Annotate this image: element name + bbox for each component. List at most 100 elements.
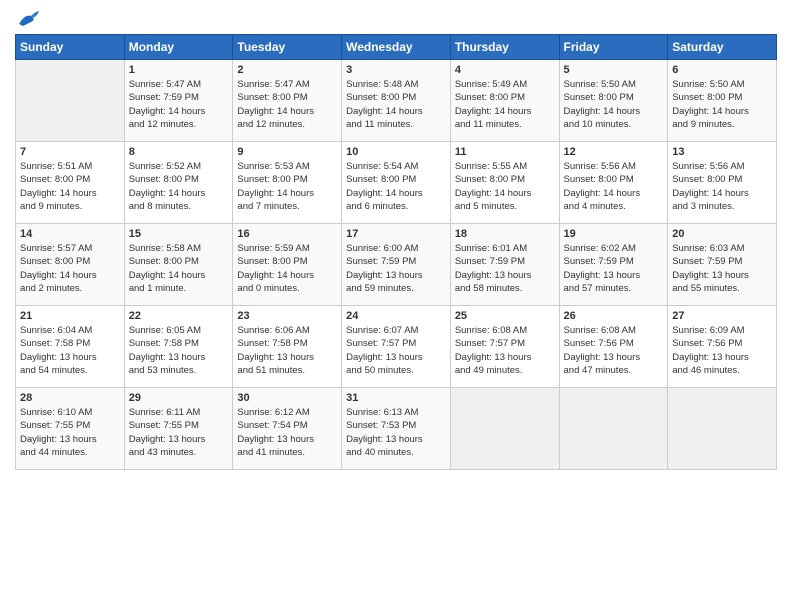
day-info: Sunrise: 6:03 AM Sunset: 7:59 PM Dayligh… xyxy=(672,242,772,295)
day-info: Sunrise: 6:10 AM Sunset: 7:55 PM Dayligh… xyxy=(20,406,120,459)
logo-bird-icon xyxy=(17,10,39,28)
calendar-cell xyxy=(559,388,668,470)
day-info: Sunrise: 6:02 AM Sunset: 7:59 PM Dayligh… xyxy=(564,242,664,295)
calendar-cell: 12 Sunrise: 5:56 AM Sunset: 8:00 PM Dayli… xyxy=(559,142,668,224)
day-number: 14 xyxy=(20,228,120,240)
day-info: Sunrise: 6:04 AM Sunset: 7:58 PM Dayligh… xyxy=(20,324,120,377)
header-monday: Monday xyxy=(124,35,233,60)
header-thursday: Thursday xyxy=(450,35,559,60)
day-number: 13 xyxy=(672,146,772,158)
day-number: 23 xyxy=(237,310,337,322)
day-info: Sunrise: 5:47 AM Sunset: 7:59 PM Dayligh… xyxy=(129,78,229,131)
day-info: Sunrise: 5:49 AM Sunset: 8:00 PM Dayligh… xyxy=(455,78,555,131)
day-info: Sunrise: 5:52 AM Sunset: 8:00 PM Dayligh… xyxy=(129,160,229,213)
calendar-cell: 26 Sunrise: 6:08 AM Sunset: 7:56 PM Dayli… xyxy=(559,306,668,388)
day-info: Sunrise: 5:51 AM Sunset: 8:00 PM Dayligh… xyxy=(20,160,120,213)
day-number: 21 xyxy=(20,310,120,322)
day-info: Sunrise: 5:56 AM Sunset: 8:00 PM Dayligh… xyxy=(672,160,772,213)
header-saturday: Saturday xyxy=(668,35,777,60)
calendar-cell: 18 Sunrise: 6:01 AM Sunset: 7:59 PM Dayli… xyxy=(450,224,559,306)
calendar-cell: 22 Sunrise: 6:05 AM Sunset: 7:58 PM Dayli… xyxy=(124,306,233,388)
calendar-cell: 27 Sunrise: 6:09 AM Sunset: 7:56 PM Dayli… xyxy=(668,306,777,388)
day-info: Sunrise: 5:50 AM Sunset: 8:00 PM Dayligh… xyxy=(564,78,664,131)
calendar-cell: 1 Sunrise: 5:47 AM Sunset: 7:59 PM Daylig… xyxy=(124,60,233,142)
calendar-cell: 4 Sunrise: 5:49 AM Sunset: 8:00 PM Daylig… xyxy=(450,60,559,142)
day-number: 17 xyxy=(346,228,446,240)
week-row-4: 28 Sunrise: 6:10 AM Sunset: 7:55 PM Dayli… xyxy=(16,388,777,470)
day-info: Sunrise: 6:09 AM Sunset: 7:56 PM Dayligh… xyxy=(672,324,772,377)
calendar-cell xyxy=(450,388,559,470)
day-number: 22 xyxy=(129,310,229,322)
day-info: Sunrise: 5:58 AM Sunset: 8:00 PM Dayligh… xyxy=(129,242,229,295)
calendar-cell: 5 Sunrise: 5:50 AM Sunset: 8:00 PM Daylig… xyxy=(559,60,668,142)
day-number: 4 xyxy=(455,64,555,76)
day-number: 15 xyxy=(129,228,229,240)
day-info: Sunrise: 5:59 AM Sunset: 8:00 PM Dayligh… xyxy=(237,242,337,295)
day-info: Sunrise: 5:56 AM Sunset: 8:00 PM Dayligh… xyxy=(564,160,664,213)
day-number: 9 xyxy=(237,146,337,158)
calendar-cell: 15 Sunrise: 5:58 AM Sunset: 8:00 PM Dayli… xyxy=(124,224,233,306)
calendar-cell: 8 Sunrise: 5:52 AM Sunset: 8:00 PM Daylig… xyxy=(124,142,233,224)
calendar-cell: 2Sunrise: 5:47 AM Sunset: 8:00 PM Daylig… xyxy=(233,60,342,142)
day-number: 18 xyxy=(455,228,555,240)
calendar-cell: 24 Sunrise: 6:07 AM Sunset: 7:57 PM Dayli… xyxy=(342,306,451,388)
day-number: 30 xyxy=(237,392,337,404)
day-info: Sunrise: 5:50 AM Sunset: 8:00 PM Dayligh… xyxy=(672,78,772,131)
day-number: 27 xyxy=(672,310,772,322)
day-number: 1 xyxy=(129,64,229,76)
day-info: Sunrise: 6:05 AM Sunset: 7:58 PM Dayligh… xyxy=(129,324,229,377)
day-number: 12 xyxy=(564,146,664,158)
header-wednesday: Wednesday xyxy=(342,35,451,60)
calendar-cell: 21 Sunrise: 6:04 AM Sunset: 7:58 PM Dayli… xyxy=(16,306,125,388)
day-number: 29 xyxy=(129,392,229,404)
header-tuesday: Tuesday xyxy=(233,35,342,60)
day-info: Sunrise: 5:54 AM Sunset: 8:00 PM Dayligh… xyxy=(346,160,446,213)
day-info: Sunrise: 6:07 AM Sunset: 7:57 PM Dayligh… xyxy=(346,324,446,377)
day-info: Sunrise: 5:53 AM Sunset: 8:00 PM Dayligh… xyxy=(237,160,337,213)
week-row-1: 7 Sunrise: 5:51 AM Sunset: 8:00 PM Daylig… xyxy=(16,142,777,224)
day-info: Sunrise: 5:47 AM Sunset: 8:00 PM Dayligh… xyxy=(237,78,337,131)
day-info: Sunrise: 6:08 AM Sunset: 7:57 PM Dayligh… xyxy=(455,324,555,377)
calendar-cell: 14 Sunrise: 5:57 AM Sunset: 8:00 PM Dayli… xyxy=(16,224,125,306)
day-info: Sunrise: 6:11 AM Sunset: 7:55 PM Dayligh… xyxy=(129,406,229,459)
calendar-cell xyxy=(16,60,125,142)
calendar-cell: 31Sunrise: 6:13 AM Sunset: 7:53 PM Dayli… xyxy=(342,388,451,470)
calendar-cell: 7 Sunrise: 5:51 AM Sunset: 8:00 PM Daylig… xyxy=(16,142,125,224)
day-number: 24 xyxy=(346,310,446,322)
calendar-cell: 3 Sunrise: 5:48 AM Sunset: 8:00 PM Daylig… xyxy=(342,60,451,142)
calendar-table: SundayMondayTuesdayWednesdayThursdayFrid… xyxy=(15,34,777,470)
day-number: 25 xyxy=(455,310,555,322)
logo xyxy=(15,10,39,28)
day-number: 10 xyxy=(346,146,446,158)
calendar-cell: 16 Sunrise: 5:59 AM Sunset: 8:00 PM Dayli… xyxy=(233,224,342,306)
day-info: Sunrise: 5:55 AM Sunset: 8:00 PM Dayligh… xyxy=(455,160,555,213)
calendar-cell: 25 Sunrise: 6:08 AM Sunset: 7:57 PM Dayli… xyxy=(450,306,559,388)
day-info: Sunrise: 5:57 AM Sunset: 8:00 PM Dayligh… xyxy=(20,242,120,295)
day-number: 26 xyxy=(564,310,664,322)
calendar-cell: 19Sunrise: 6:02 AM Sunset: 7:59 PM Dayli… xyxy=(559,224,668,306)
day-number: 5 xyxy=(564,64,664,76)
day-number: 6 xyxy=(672,64,772,76)
week-row-0: 1 Sunrise: 5:47 AM Sunset: 7:59 PM Daylig… xyxy=(16,60,777,142)
calendar-cell: 23 Sunrise: 6:06 AM Sunset: 7:58 PM Dayli… xyxy=(233,306,342,388)
day-number: 8 xyxy=(129,146,229,158)
day-number: 7 xyxy=(20,146,120,158)
day-number: 20 xyxy=(672,228,772,240)
page-header xyxy=(15,10,777,28)
calendar-cell: 17Sunrise: 6:00 AM Sunset: 7:59 PM Dayli… xyxy=(342,224,451,306)
day-number: 28 xyxy=(20,392,120,404)
day-info: Sunrise: 5:48 AM Sunset: 8:00 PM Dayligh… xyxy=(346,78,446,131)
day-info: Sunrise: 6:06 AM Sunset: 7:58 PM Dayligh… xyxy=(237,324,337,377)
day-info: Sunrise: 6:08 AM Sunset: 7:56 PM Dayligh… xyxy=(564,324,664,377)
day-number: 16 xyxy=(237,228,337,240)
day-info: Sunrise: 6:01 AM Sunset: 7:59 PM Dayligh… xyxy=(455,242,555,295)
week-row-3: 21 Sunrise: 6:04 AM Sunset: 7:58 PM Dayli… xyxy=(16,306,777,388)
day-info: Sunrise: 6:13 AM Sunset: 7:53 PM Dayligh… xyxy=(346,406,446,459)
calendar-cell xyxy=(668,388,777,470)
day-number: 3 xyxy=(346,64,446,76)
header-friday: Friday xyxy=(559,35,668,60)
calendar-cell: 6 Sunrise: 5:50 AM Sunset: 8:00 PM Daylig… xyxy=(668,60,777,142)
header-sunday: Sunday xyxy=(16,35,125,60)
day-info: Sunrise: 6:12 AM Sunset: 7:54 PM Dayligh… xyxy=(237,406,337,459)
calendar-cell: 13 Sunrise: 5:56 AM Sunset: 8:00 PM Dayli… xyxy=(668,142,777,224)
